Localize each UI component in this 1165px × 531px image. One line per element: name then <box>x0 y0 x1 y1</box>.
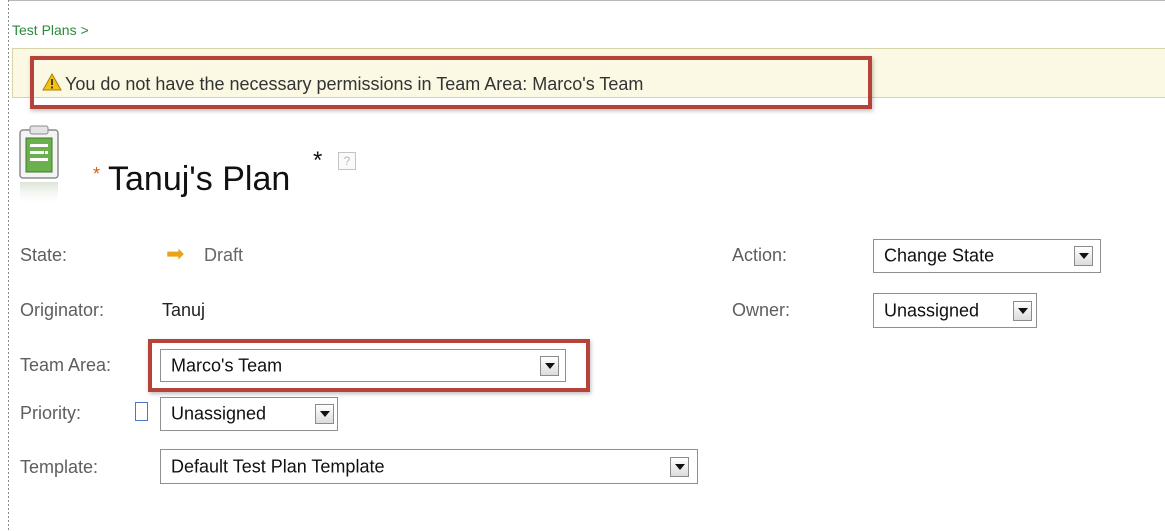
action-select[interactable]: Change State <box>873 239 1101 273</box>
priority-select[interactable]: Unassigned <box>160 397 338 431</box>
breadcrumb-test-plans[interactable]: Test Plans > <box>12 22 89 38</box>
highlight-box-warning <box>30 56 872 109</box>
priority-color-icon <box>135 402 148 421</box>
plan-title[interactable]: Tanuj's Plan <box>108 160 290 199</box>
template-label: Template: <box>20 457 99 477</box>
chevron-down-icon[interactable] <box>1074 246 1093 266</box>
template-value: Default Test Plan Template <box>171 456 385 476</box>
team-area-label: Team Area: <box>20 355 112 375</box>
top-border <box>9 0 1165 1</box>
owner-label: Owner: <box>732 300 791 320</box>
action-label: Action: <box>732 245 788 265</box>
state-value: Draft <box>204 245 244 265</box>
right-arrow-icon: ➡ <box>166 241 185 266</box>
originator-label: Originator: <box>20 300 105 320</box>
highlight-box-team-area <box>148 339 590 392</box>
test-plan-clipboard-icon <box>18 124 74 208</box>
action-value: Change State <box>884 245 995 266</box>
chevron-down-icon[interactable] <box>670 456 689 477</box>
owner-value: Unassigned <box>884 300 980 320</box>
originator-value: Tanuj <box>162 300 206 320</box>
owner-select[interactable]: Unassigned <box>873 293 1037 328</box>
required-marker: * <box>93 164 101 184</box>
priority-value: Unassigned <box>171 403 267 424</box>
chevron-down-icon[interactable] <box>1013 300 1032 321</box>
chevron-down-icon[interactable] <box>315 404 334 424</box>
state-label: State: <box>20 245 68 265</box>
left-dotted-border <box>0 0 9 531</box>
unsaved-marker: * <box>313 147 323 174</box>
help-icon[interactable]: ? <box>338 152 356 170</box>
priority-label: Priority: <box>20 403 82 423</box>
template-select[interactable]: Default Test Plan Template <box>160 449 698 484</box>
